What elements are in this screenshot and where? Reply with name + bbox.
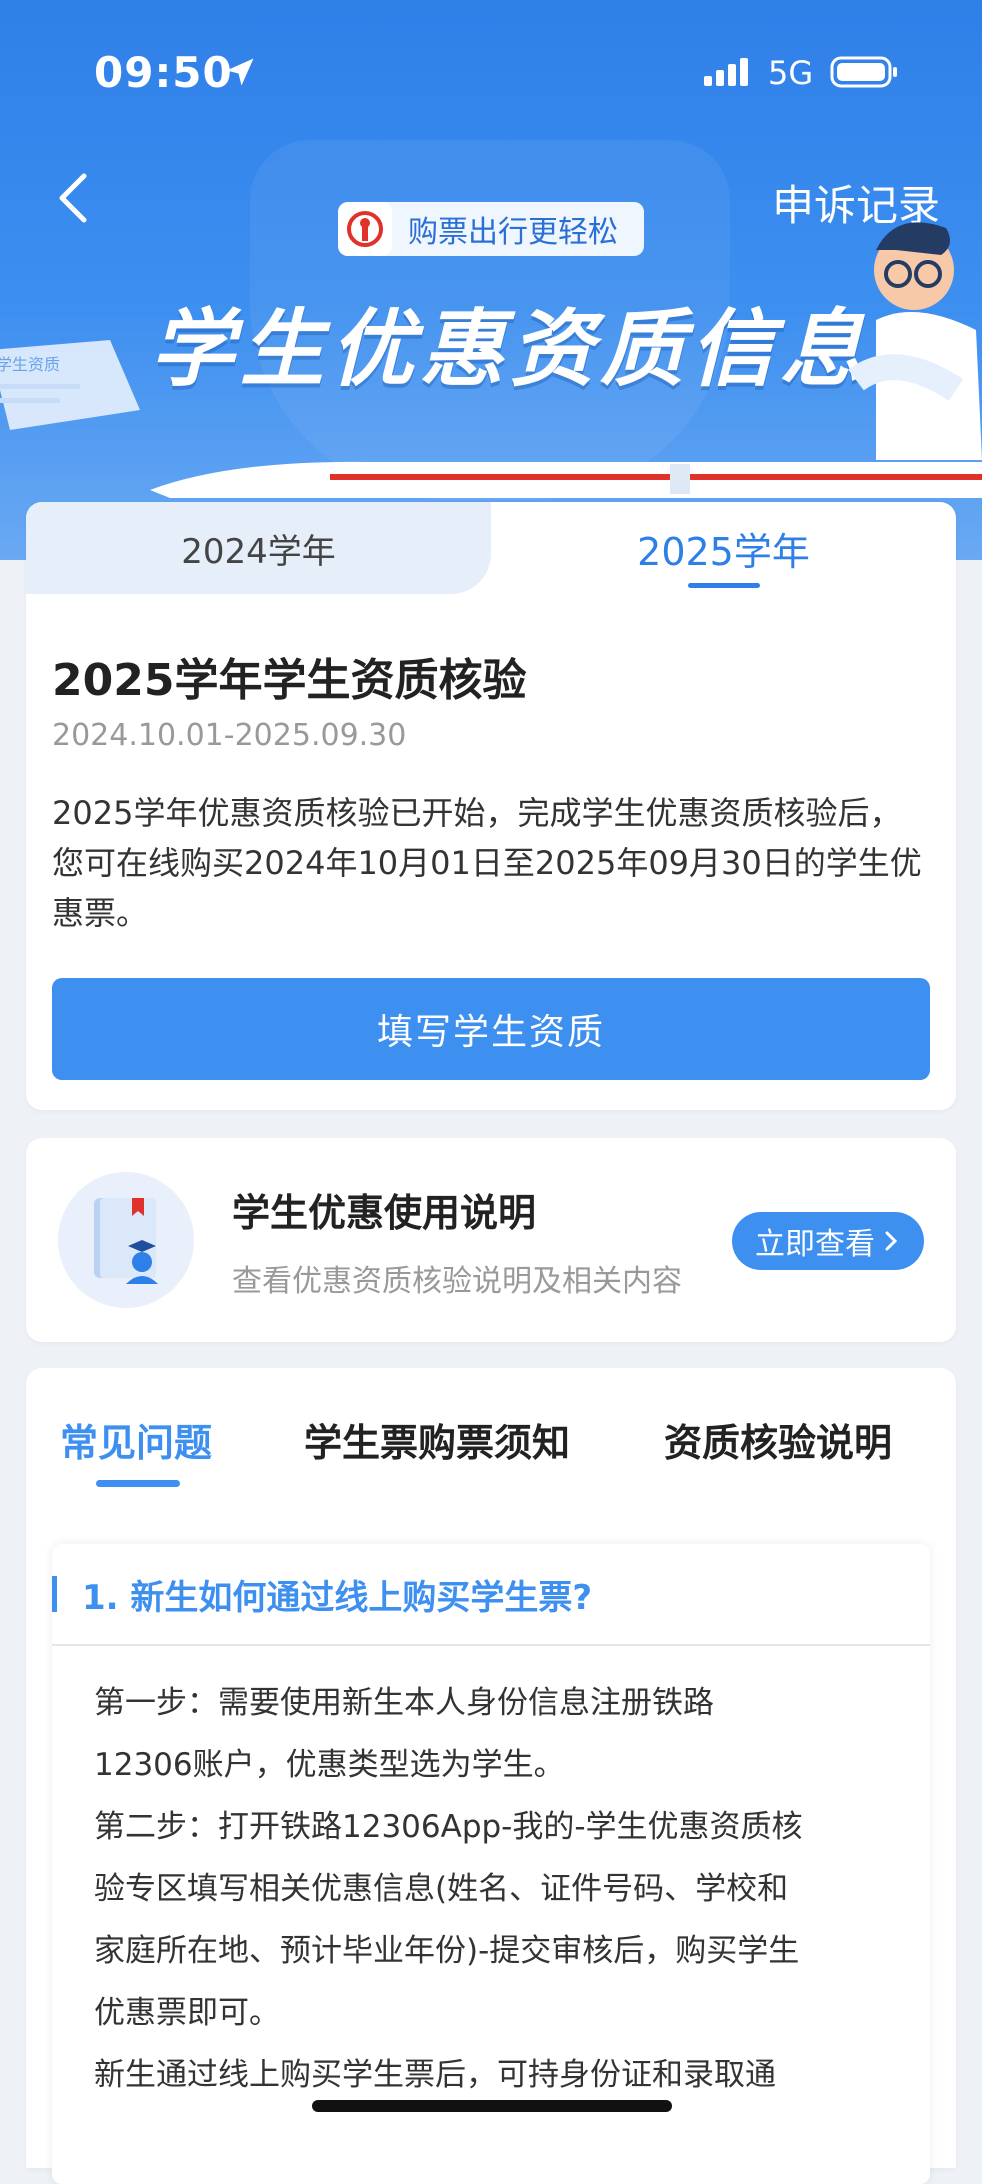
faq-question-header[interactable]: 1. 新生如何通过线上购买学生票? <box>52 1544 930 1646</box>
answer-line: 12306账户，优惠类型选为学生。 <box>94 1747 565 1783</box>
hero-banner: 09:50 5G 申诉记录 购票出行更轻松 学生优惠资质信息 学生资质 <box>0 0 982 560</box>
train-illustration <box>150 461 982 498</box>
home-indicator <box>312 2100 672 2112</box>
paper-text: 学生资质 <box>0 355 60 374</box>
faq-tabs: 常见问题 学生票购票须知 资质核验说明 <box>26 1412 956 1502</box>
tab-common-questions[interactable]: 常见问题 <box>60 1412 212 1467</box>
verification-title: 2025学年学生资质核验 <box>52 655 527 706</box>
tab-ticket-notice[interactable]: 学生票购票须知 <box>304 1412 570 1467</box>
answer-line: 验专区填写相关优惠信息(姓名、证件号码、学校和 <box>94 1871 789 1907</box>
slogan-badge: 购票出行更轻松 <box>338 202 644 256</box>
verification-card: 2024学年 2025学年 2025学年学生资质核验 2024.10.01-20… <box>26 502 956 1110</box>
answer-line: 第一步：需要使用新生本人身份信息注册铁路 <box>94 1685 714 1721</box>
faq-card: 常见问题 学生票购票须知 资质核验说明 1. 新生如何通过线上购买学生票? 第一… <box>26 1368 956 2184</box>
tab-year-2024[interactable]: 2024学年 <box>26 502 491 594</box>
network-type: 5G <box>768 54 814 92</box>
fill-student-qualification-button[interactable]: 填写学生资质 <box>52 978 930 1080</box>
view-now-button[interactable]: 立即查看 <box>732 1212 924 1270</box>
view-now-label: 立即查看 <box>755 1227 875 1262</box>
signal-icon <box>704 58 748 86</box>
china-railway-logo-icon <box>338 202 392 256</box>
tab-year-2025[interactable]: 2025学年 <box>491 502 956 594</box>
active-tab-indicator <box>687 583 760 588</box>
guide-subtitle: 查看优惠资质核验说明及相关内容 <box>232 1264 682 1299</box>
faq-active-tab-indicator <box>96 1480 180 1487</box>
answer-line: 优惠票即可。 <box>94 1995 280 2031</box>
battery-icon <box>830 56 897 88</box>
slogan-text: 购票出行更轻松 <box>408 215 618 250</box>
status-bar: 09:50 5G <box>0 40 982 110</box>
guide-title: 学生优惠使用说明 <box>232 1191 537 1235</box>
guide-book-icon <box>58 1172 194 1308</box>
faq-question: 1. 新生如何通过线上购买学生票? <box>82 1578 593 1618</box>
year-tabs: 2024学年 2025学年 <box>26 502 956 594</box>
paper-illustration: 学生资质 <box>0 340 140 430</box>
tab-year-2024-label: 2024学年 <box>181 531 336 572</box>
status-time: 09:50 <box>94 48 233 97</box>
question-accent-bar <box>52 1576 57 1612</box>
answer-line: 第二步：打开铁路12306App-我的-学生优惠资质核 <box>94 1809 803 1845</box>
page-title: 学生优惠资质信息 <box>150 300 871 398</box>
chevron-right-icon <box>885 1231 898 1251</box>
tab-qualification-notes[interactable]: 资质核验说明 <box>664 1412 892 1467</box>
tab-year-2025-label: 2025学年 <box>637 529 810 574</box>
faq-answer: 第一步：需要使用新生本人身份信息注册铁路 12306账户，优惠类型选为学生。 第… <box>94 1672 894 2106</box>
faq-item: 1. 新生如何通过线上购买学生票? 第一步：需要使用新生本人身份信息注册铁路 1… <box>52 1544 930 2184</box>
usage-guide-card[interactable]: 学生优惠使用说明 查看优惠资质核验说明及相关内容 立即查看 <box>26 1138 956 1342</box>
location-arrow-icon <box>226 58 254 86</box>
back-chevron-icon[interactable] <box>52 170 96 226</box>
answer-line: 家庭所在地、预计毕业年份)-提交审核后，购买学生 <box>94 1933 800 1969</box>
verification-date-range: 2024.10.01-2025.09.30 <box>52 718 407 753</box>
student-illustration <box>848 222 982 460</box>
answer-line: 新生通过线上购买学生票后，可持身份证和录取通 <box>94 2057 776 2093</box>
verification-description: 2025学年优惠资质核验已开始，完成学生优惠资质核验后，您可在线购买2024年1… <box>52 794 922 932</box>
